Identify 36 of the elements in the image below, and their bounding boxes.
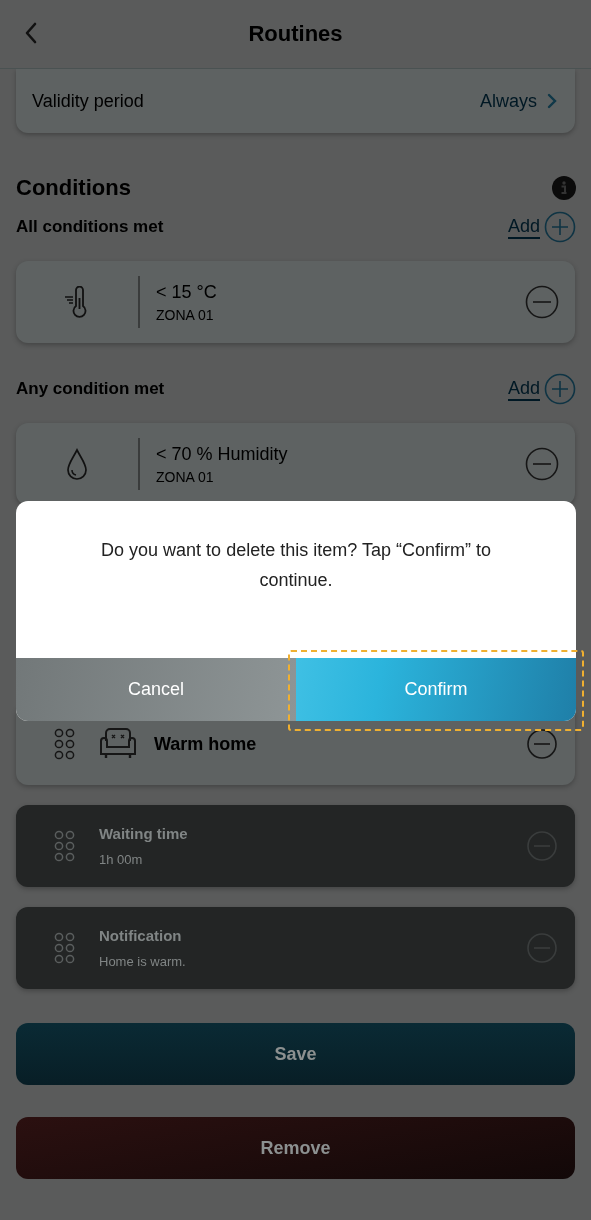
drag-handle-icon[interactable] <box>54 830 76 862</box>
drag-handle-icon[interactable] <box>54 728 76 760</box>
drop-icon <box>66 448 88 480</box>
section-title: Conditions <box>16 175 131 201</box>
add-icon[interactable] <box>544 373 576 405</box>
group-title: Any condition met <box>16 379 165 399</box>
condition-card[interactable]: < 15 °C ZONA 01 <box>16 261 575 343</box>
action-title: Notification <box>99 927 183 944</box>
add-link[interactable]: Add <box>507 215 540 239</box>
dialog-message: Do you want to delete this item? Tap “Confirm” to continue. <box>100 539 492 592</box>
validity-value: Always <box>480 90 537 112</box>
info-icon[interactable] <box>552 176 576 200</box>
save-button[interactable]: Save <box>16 1023 575 1085</box>
action-detail: Home is warm. <box>99 954 187 969</box>
armchair-icon <box>98 727 138 761</box>
action-title: Warm home <box>154 733 258 755</box>
zone-label: ZONA 01 <box>156 306 215 323</box>
confirm-button[interactable]: Confirm <box>296 658 576 721</box>
cancel-button[interactable]: Cancel <box>16 658 296 721</box>
chevron-right-icon <box>547 93 557 109</box>
remove-icon[interactable] <box>525 727 559 761</box>
drag-handle-icon[interactable] <box>54 932 76 964</box>
condition-value: < 70 % Humidity <box>156 443 289 465</box>
remove-button[interactable]: Remove <box>16 1117 575 1179</box>
zone-label: ZONA 01 <box>156 468 215 485</box>
validity-label: Validity period <box>32 90 145 112</box>
screen-title: Routines <box>248 21 343 47</box>
condition-value: < 15 °C <box>156 281 218 303</box>
group-title: All conditions met <box>16 217 164 237</box>
validity-row[interactable]: Validity period Always <box>16 69 575 133</box>
condition-card[interactable]: < 70 % Humidity ZONA 01 <box>16 423 575 505</box>
add-link[interactable]: Add <box>507 377 540 401</box>
back-icon[interactable] <box>24 22 38 44</box>
action-detail: 1h 00m <box>99 852 144 867</box>
add-icon[interactable] <box>544 211 576 243</box>
action-title: Waiting time <box>99 825 189 842</box>
